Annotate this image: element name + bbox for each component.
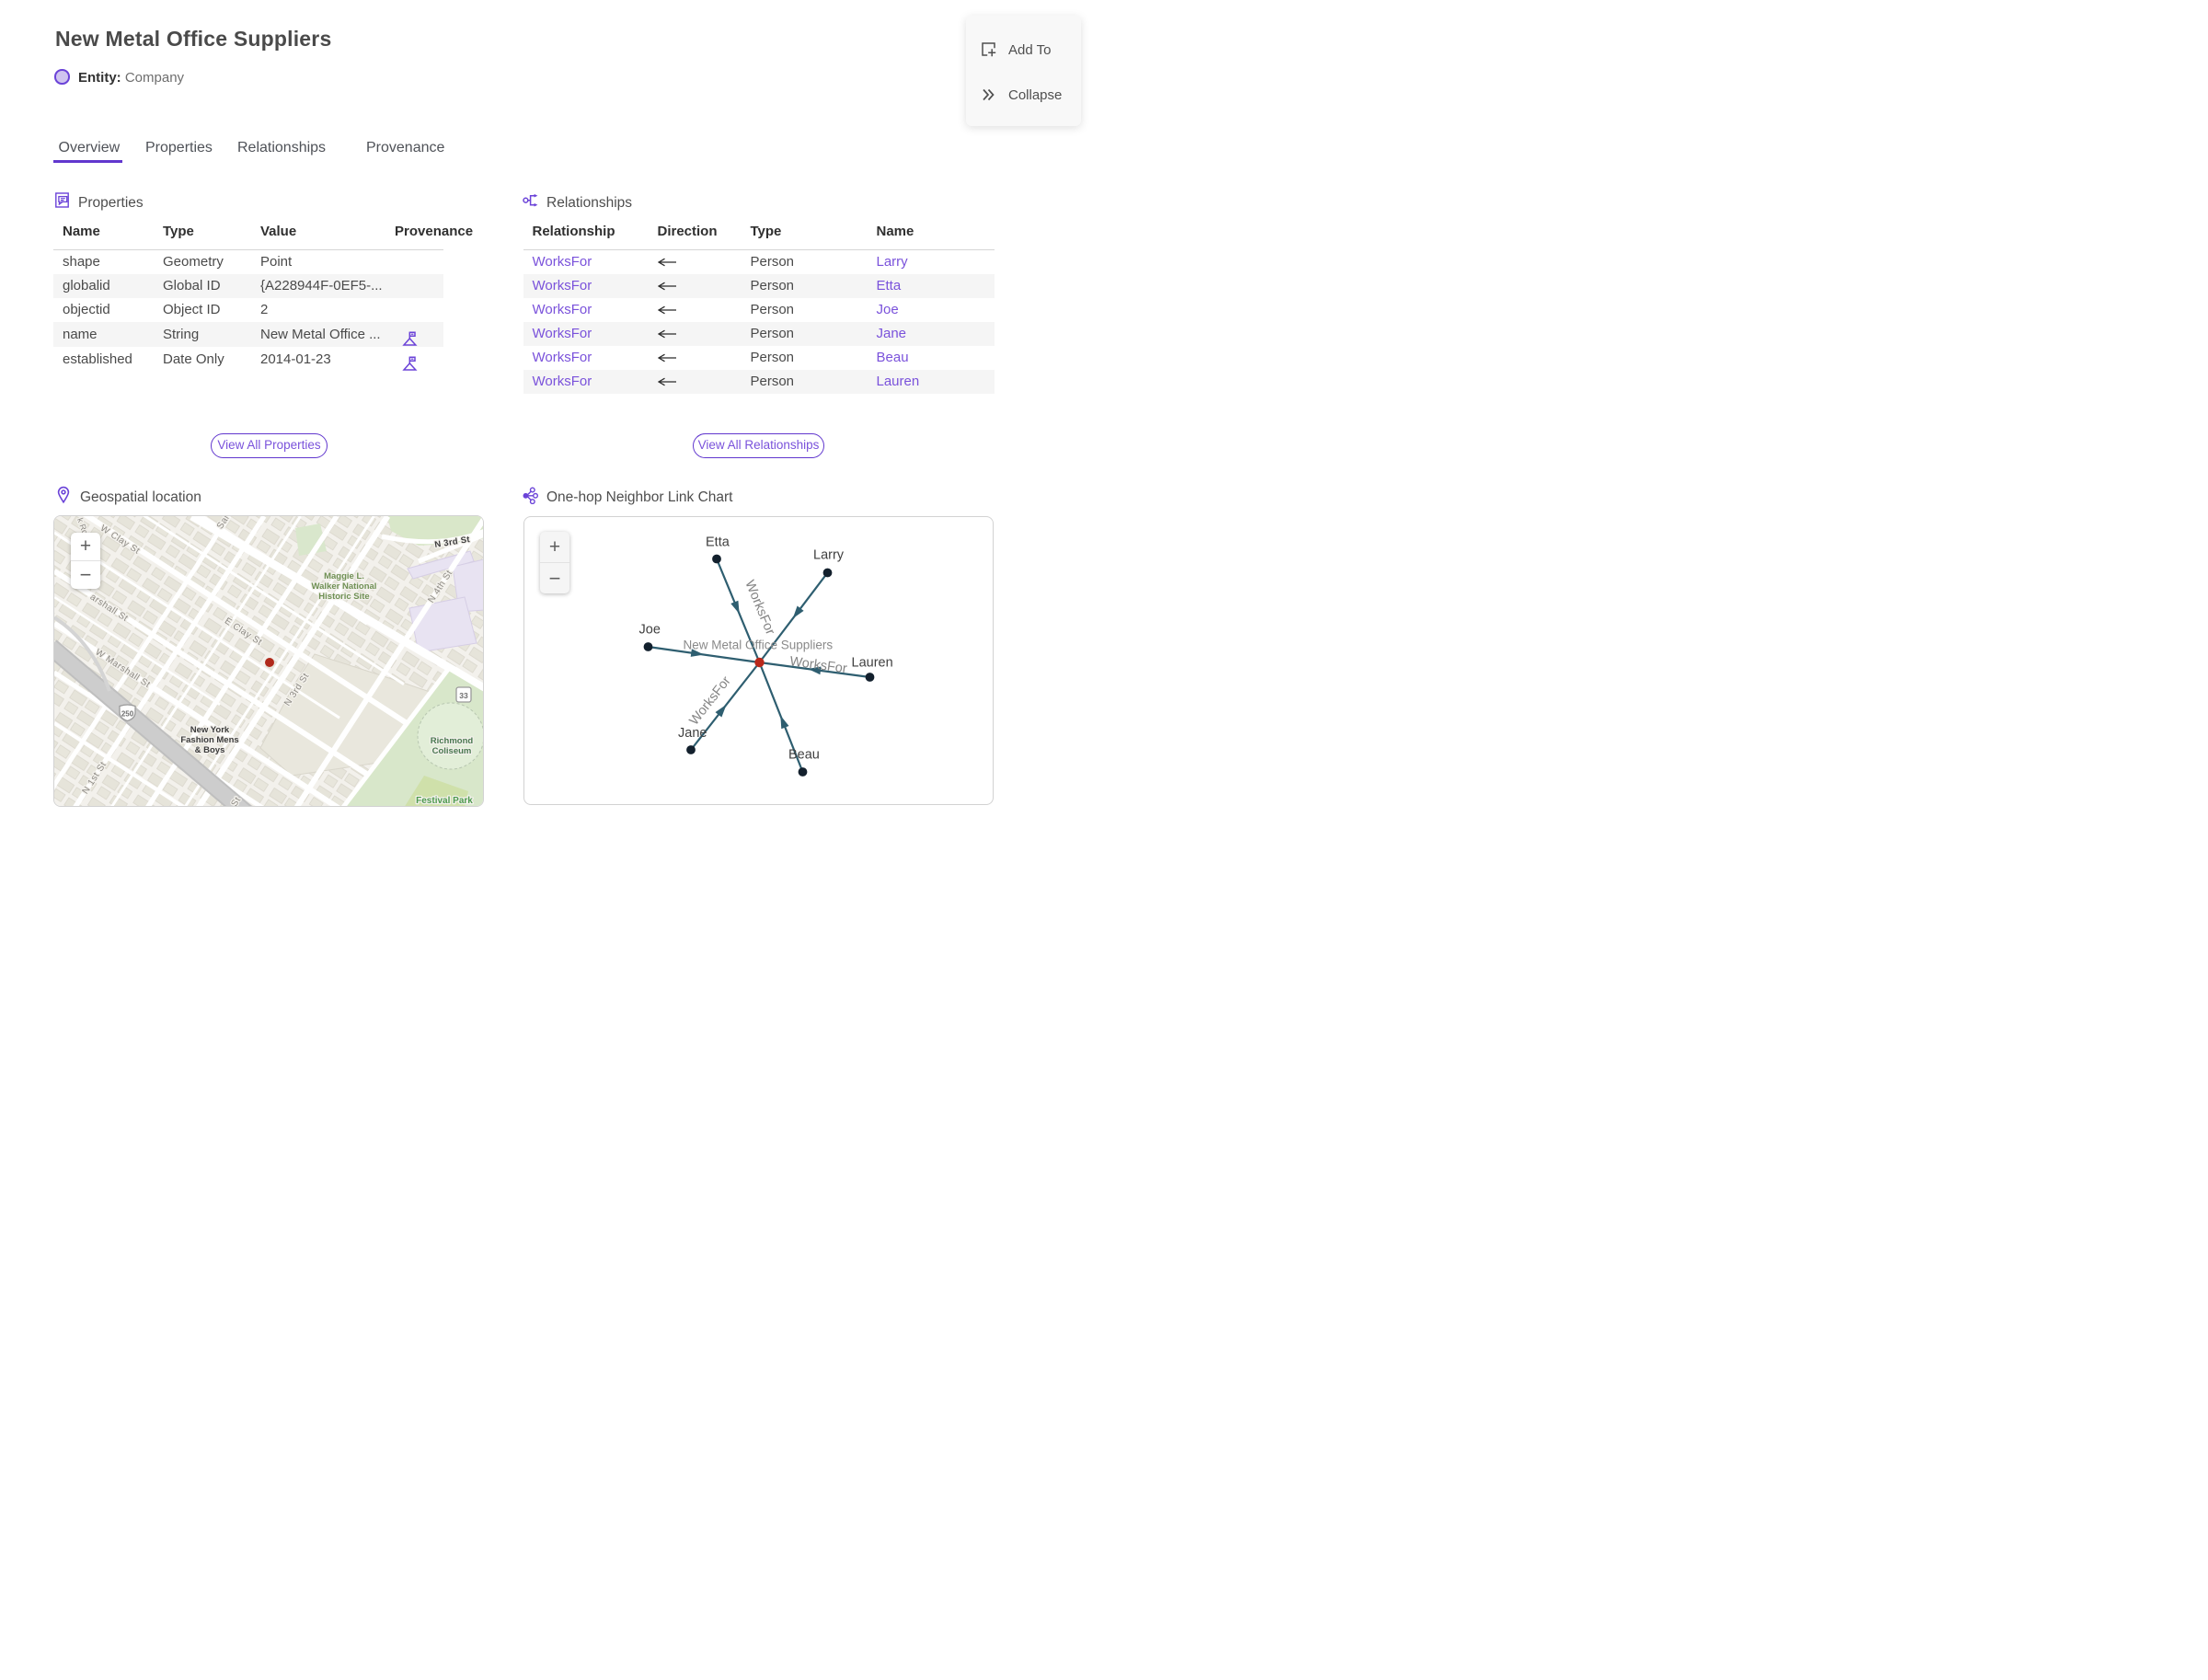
svg-text:Jane: Jane [678,726,707,741]
svg-text:Historic Site: Historic Site [318,592,369,602]
svg-text:Lauren: Lauren [852,656,893,671]
svg-text:New Metal Office Suppliers: New Metal Office Suppliers [684,639,834,652]
svg-text:& Boys: & Boys [195,745,225,755]
svg-text:Festival Park: Festival Park [416,796,473,806]
svg-text:Maggie L.: Maggie L. [324,571,364,581]
svg-text:33: 33 [459,691,468,700]
svg-text:WorksFor: WorksFor [742,578,777,637]
svg-text:New York: New York [190,725,230,735]
svg-text:Joe: Joe [639,623,661,638]
svg-text:Etta: Etta [706,535,730,550]
svg-text:250: 250 [121,709,134,718]
svg-text:Coliseum: Coliseum [432,746,472,756]
svg-text:Walker National: Walker National [312,581,377,592]
svg-text:Larry: Larry [813,548,845,563]
svg-text:WorksFor: WorksFor [687,673,734,728]
svg-text:Beau: Beau [788,748,820,763]
svg-text:Fashion Mens: Fashion Mens [180,735,238,745]
svg-text:Richmond: Richmond [431,736,474,746]
